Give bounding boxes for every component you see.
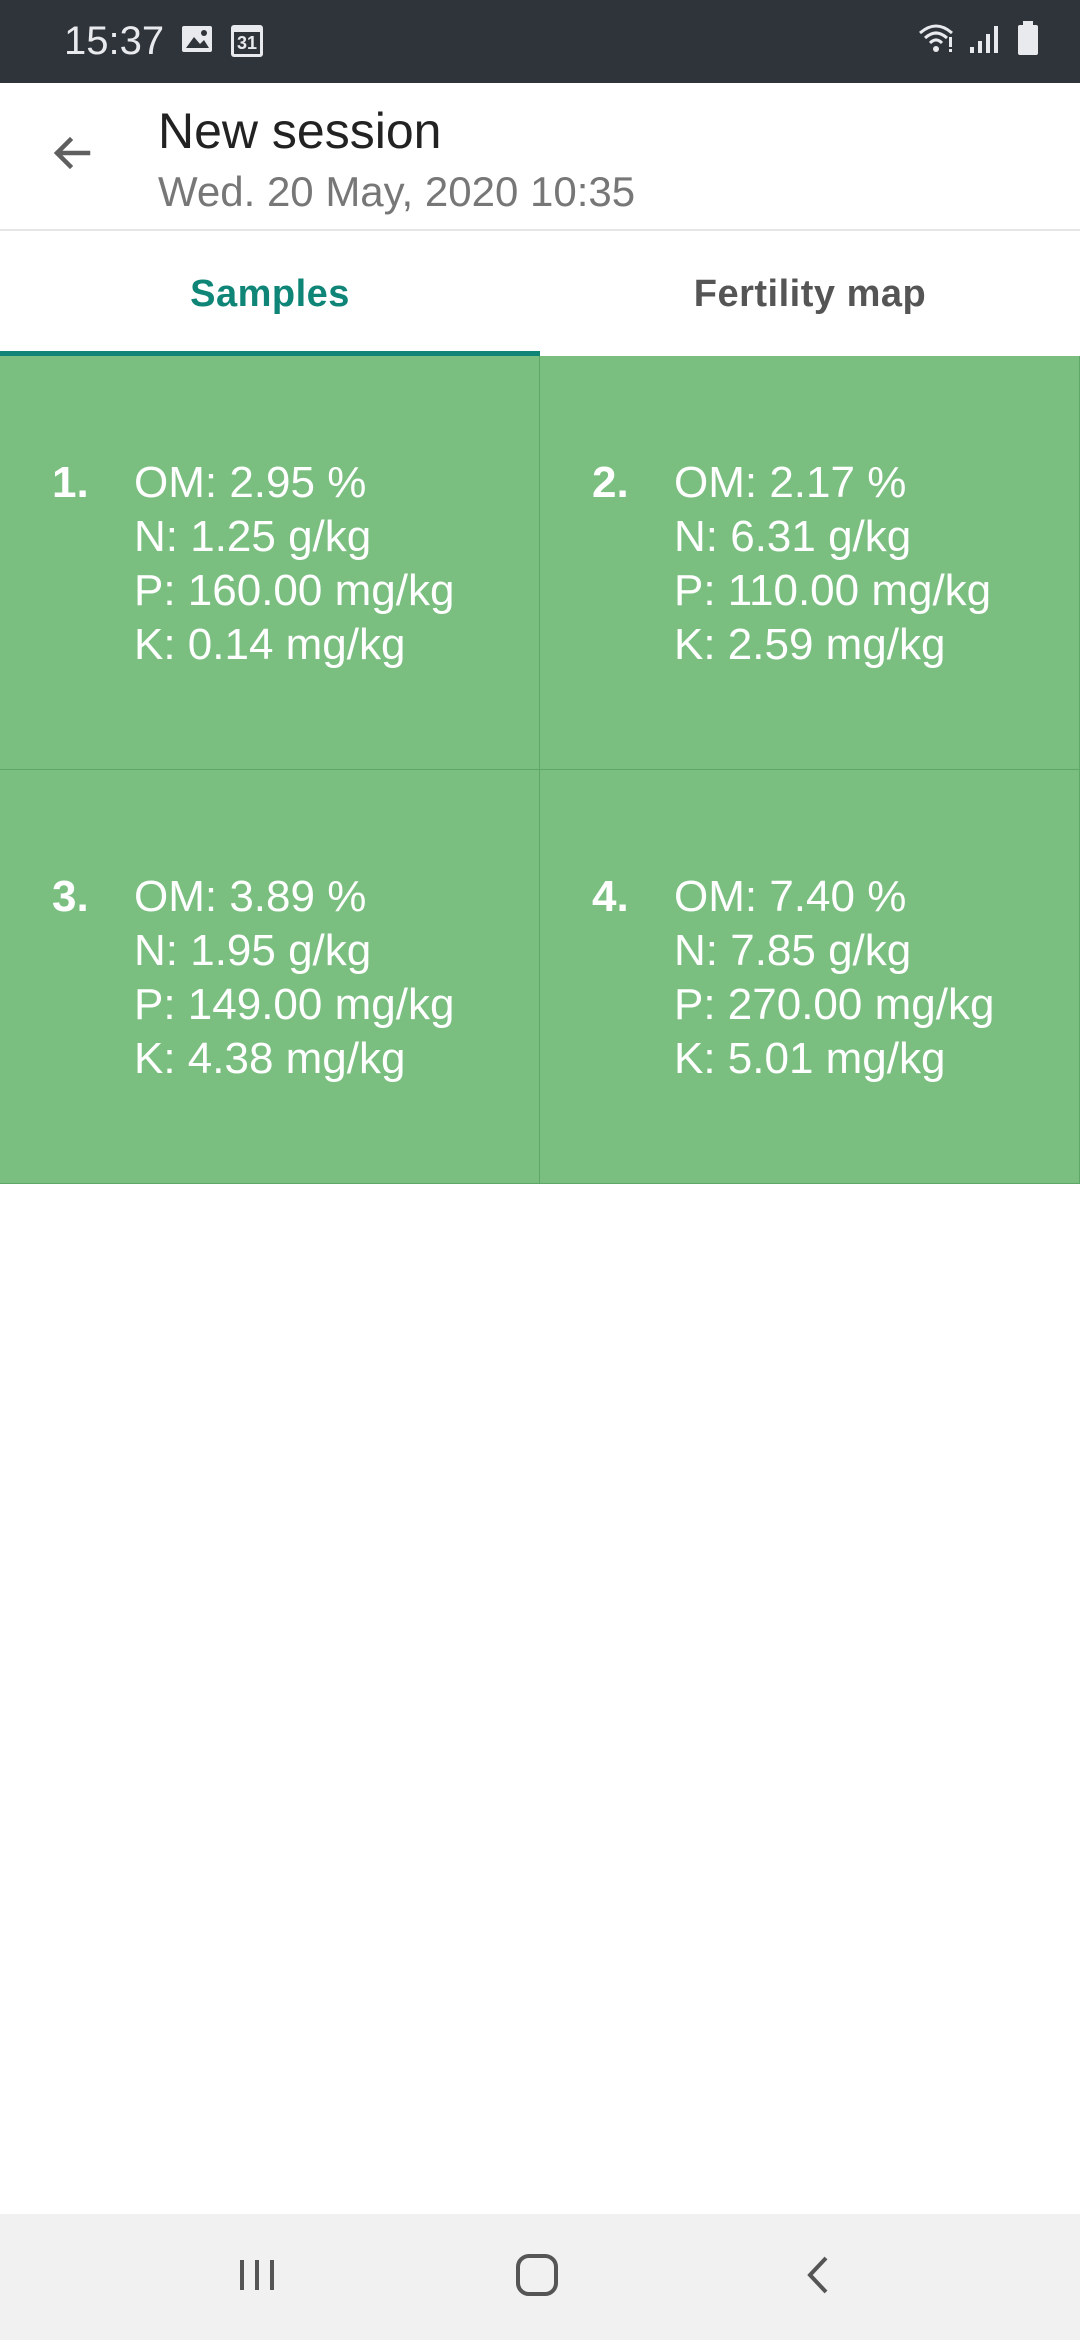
sample-n: N: 6.31 g/kg — [674, 512, 912, 561]
battery-icon — [1016, 20, 1040, 61]
calendar-day: 31 — [236, 33, 258, 53]
session-datetime: Wed. 20 May, 2020 10:35 — [158, 168, 636, 215]
sample-n: N: 7.85 g/kg — [674, 926, 912, 975]
recent-apps-icon — [232, 2250, 282, 2305]
gallery-icon — [180, 22, 214, 56]
sample-p: P: 110.00 mg/kg — [674, 566, 992, 615]
sample-values: OM: 3.89 % N: 1.95 g/kg P: 149.00 mg/kg … — [134, 870, 454, 1086]
sample-p: P: 270.00 mg/kg — [674, 980, 995, 1029]
sample-k: K: 2.59 mg/kg — [674, 620, 946, 669]
back-nav-icon — [794, 2250, 844, 2305]
sample-om: OM: 3.89 % — [134, 872, 367, 921]
tab-fertility-map[interactable]: Fertility map — [540, 232, 1080, 356]
sample-number: 4. — [592, 872, 629, 921]
wifi-icon — [916, 21, 956, 60]
status-right-icons — [916, 18, 1040, 62]
system-nav-bar — [0, 2214, 1080, 2340]
sample-values: OM: 2.95 % N: 1.25 g/kg P: 160.00 mg/kg … — [134, 456, 454, 672]
sample-p: P: 160.00 mg/kg — [134, 566, 455, 615]
sample-number: 3. — [52, 872, 89, 921]
recent-apps-button[interactable] — [222, 2242, 292, 2312]
sample-values: OM: 2.17 % N: 6.31 g/kg P: 110.00 mg/kg … — [674, 456, 991, 672]
tab-samples-label: Samples — [190, 272, 350, 315]
page-title: New session — [158, 103, 442, 159]
home-icon — [512, 2250, 562, 2305]
tab-samples[interactable]: Samples — [0, 232, 540, 356]
sample-card-4[interactable]: 4. OM: 7.40 % N: 7.85 g/kg P: 270.00 mg/… — [540, 770, 1080, 1184]
samples-grid: 1. OM: 2.95 % N: 1.25 g/kg P: 160.00 mg/… — [0, 356, 1080, 1184]
sample-om: OM: 2.95 % — [134, 458, 367, 507]
sample-k: K: 4.38 mg/kg — [134, 1034, 406, 1083]
status-bar: 15:37 31 — [0, 0, 1080, 83]
status-time: 15:37 — [64, 19, 165, 63]
back-arrow-icon — [48, 129, 96, 182]
sample-om: OM: 7.40 % — [674, 872, 907, 921]
sample-card-1[interactable]: 1. OM: 2.95 % N: 1.25 g/kg P: 160.00 mg/… — [0, 356, 540, 770]
back-button[interactable] — [36, 119, 108, 191]
sample-k: K: 5.01 mg/kg — [674, 1034, 946, 1083]
signal-icon — [968, 21, 1004, 60]
sample-card-3[interactable]: 3. OM: 3.89 % N: 1.95 g/kg P: 149.00 mg/… — [0, 770, 540, 1184]
sample-values: OM: 7.40 % N: 7.85 g/kg P: 270.00 mg/kg … — [674, 870, 994, 1086]
sample-n: N: 1.95 g/kg — [134, 926, 372, 975]
calendar-icon: 31 — [230, 22, 264, 57]
sample-number: 2. — [592, 458, 629, 507]
back-nav-button[interactable] — [784, 2242, 854, 2312]
sample-number: 1. — [52, 458, 89, 507]
sample-n: N: 1.25 g/kg — [134, 512, 372, 561]
app-bar: New session Wed. 20 May, 2020 10:35 — [0, 83, 1080, 231]
sample-p: P: 149.00 mg/kg — [134, 980, 455, 1029]
sample-om: OM: 2.17 % — [674, 458, 907, 507]
tab-fertility-map-label: Fertility map — [693, 272, 927, 315]
sample-k: K: 0.14 mg/kg — [134, 620, 406, 669]
tab-bar: Samples Fertility map — [0, 232, 1080, 356]
home-button[interactable] — [502, 2242, 572, 2312]
sample-card-2[interactable]: 2. OM: 2.17 % N: 6.31 g/kg P: 110.00 mg/… — [540, 356, 1080, 770]
